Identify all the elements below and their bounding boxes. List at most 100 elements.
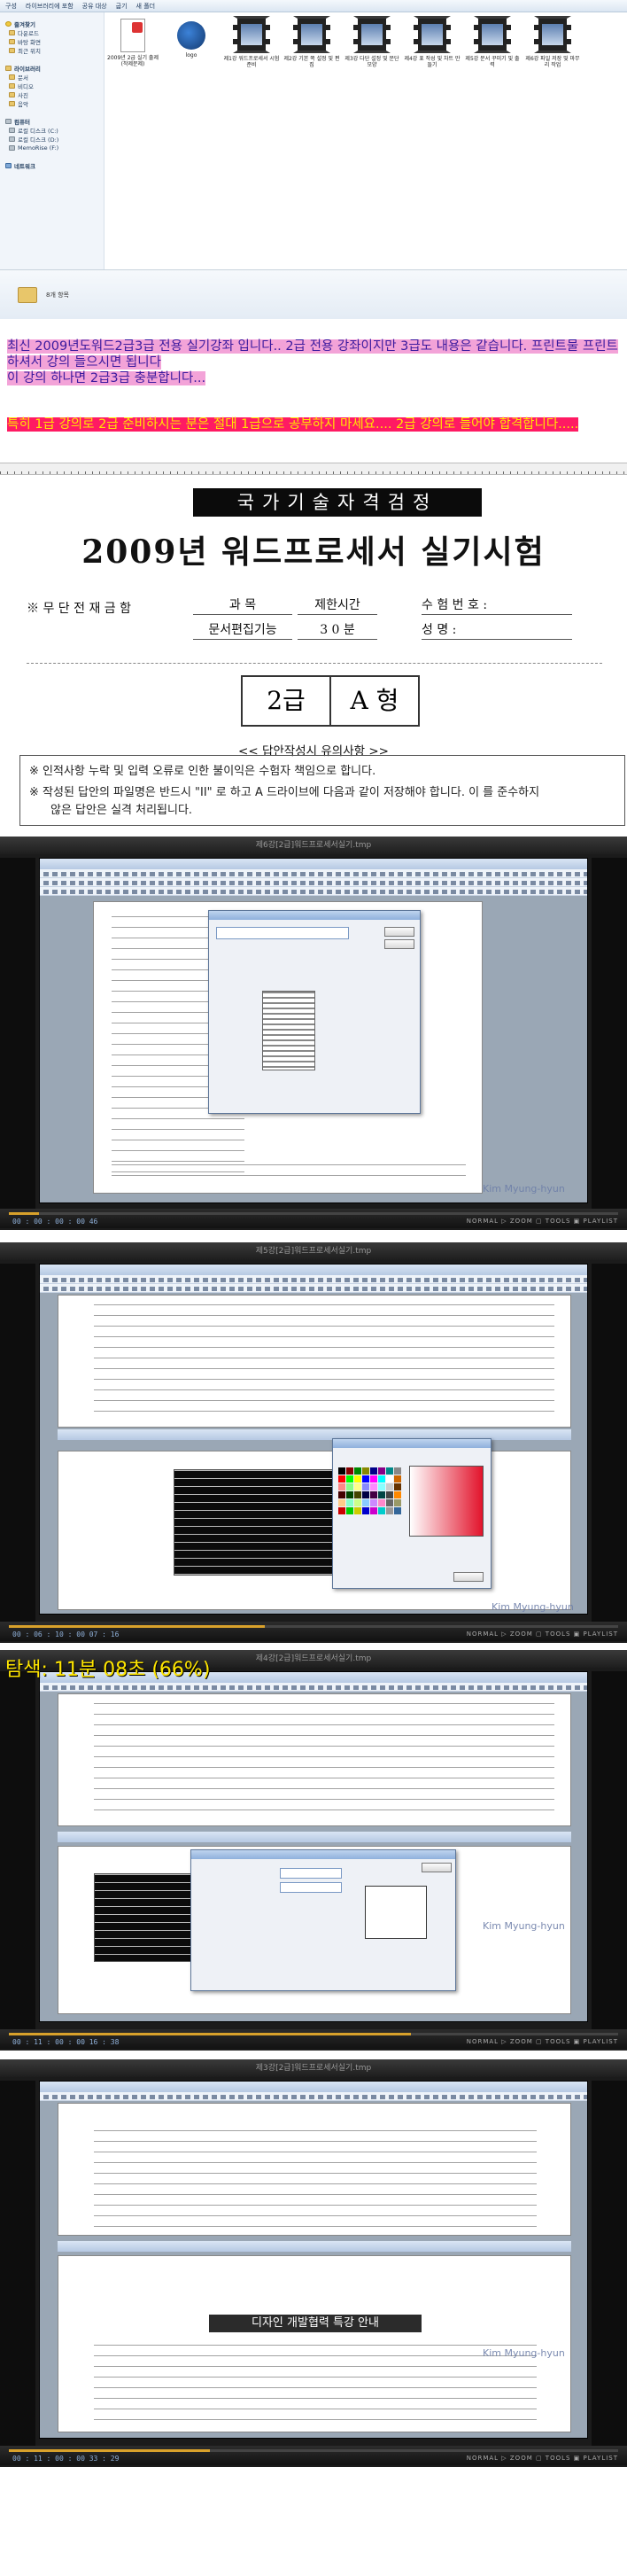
nav-drive-d[interactable]: 로컬 디스크 (D:)	[4, 135, 100, 144]
color-swatch[interactable]	[386, 1491, 393, 1498]
document-page	[58, 1693, 571, 1826]
color-swatch[interactable]	[370, 1467, 377, 1475]
color-swatch[interactable]	[370, 1499, 377, 1506]
color-swatch[interactable]	[378, 1499, 385, 1506]
file-item-video-3[interactable]: 제3강 다단 설정 및 문단 모양	[344, 16, 400, 68]
color-swatch[interactable]	[370, 1483, 377, 1490]
seek-bar[interactable]	[9, 1625, 618, 1628]
color-swatch[interactable]	[378, 1491, 385, 1498]
color-swatch[interactable]	[386, 1483, 393, 1490]
nav-desktop[interactable]: 바탕 화면	[4, 37, 100, 46]
player-mode-buttons[interactable]: NORMAL ▷ ZOOM ▢ TOOLS ▣ PLAYLIST	[467, 2455, 618, 2462]
color-swatch[interactable]	[394, 1475, 401, 1483]
color-swatch[interactable]	[354, 1475, 361, 1483]
nav-recent[interactable]: 최근 위치	[4, 46, 100, 55]
color-swatch[interactable]	[338, 1483, 345, 1490]
color-swatch[interactable]	[354, 1499, 361, 1506]
nav-pictures[interactable]: 사진	[4, 90, 100, 99]
color-swatch[interactable]	[394, 1467, 401, 1475]
video-file-icon	[414, 16, 451, 53]
color-swatch[interactable]	[354, 1467, 361, 1475]
color-swatch[interactable]	[370, 1491, 377, 1498]
color-swatch[interactable]	[386, 1499, 393, 1506]
file-item-video-2[interactable]: 제2강 기본 쪽 설정 및 편집	[283, 16, 340, 68]
toolbar-burn[interactable]: 굽기	[116, 2, 128, 11]
nav-favorites[interactable]: 즐겨찾기	[4, 19, 100, 28]
color-swatch[interactable]	[394, 1507, 401, 1514]
color-swatch[interactable]	[354, 1491, 361, 1498]
color-swatch[interactable]	[394, 1491, 401, 1498]
file-item-doc[interactable]: 2009년 2급 실기 출제 (작제문제)	[104, 16, 161, 67]
color-swatch[interactable]	[378, 1507, 385, 1514]
color-swatch[interactable]	[346, 1483, 353, 1490]
color-swatch[interactable]	[386, 1475, 393, 1483]
file-item-video-1[interactable]: 제1강 워드프로세서 시험 준비	[223, 16, 280, 68]
player-mode-buttons[interactable]: NORMAL ▷ ZOOM ▢ TOOLS ▣ PLAYLIST	[467, 1630, 618, 1638]
toolbar-new-folder[interactable]: 새 폴더	[136, 2, 156, 11]
seek-bar[interactable]	[9, 1212, 618, 1215]
seek-bar[interactable]	[9, 2033, 618, 2035]
color-swatch[interactable]	[338, 1499, 345, 1506]
color-swatch[interactable]	[394, 1483, 401, 1490]
video-frame[interactable]: 디자인 개발협력 특강 안내 Kim Myung-hyun	[39, 2081, 588, 2439]
ok-button[interactable]	[453, 1572, 484, 1582]
color-swatch[interactable]	[378, 1467, 385, 1475]
color-swatch[interactable]	[386, 1467, 393, 1475]
color-swatch[interactable]	[362, 1507, 369, 1514]
cancel-button[interactable]	[384, 939, 414, 949]
nav-videos[interactable]: 비디오	[4, 82, 100, 90]
color-swatch[interactable]	[346, 1475, 353, 1483]
nav-downloads[interactable]: 다운로드	[4, 28, 100, 37]
file-item-video-5[interactable]: 제5강 문서 꾸미기 및 출력	[464, 16, 521, 68]
video-frame[interactable]: Kim Myung-hyun	[39, 858, 588, 1203]
nav-libraries[interactable]: 라이브러리	[4, 64, 100, 73]
nav-drive-c[interactable]: 로컬 디스크 (C:)	[4, 126, 100, 135]
file-item-logo[interactable]: logo	[163, 16, 220, 58]
color-swatch[interactable]	[394, 1499, 401, 1506]
color-swatch[interactable]	[386, 1507, 393, 1514]
color-swatch[interactable]	[370, 1475, 377, 1483]
color-swatch[interactable]	[362, 1467, 369, 1475]
toolbar-organize[interactable]: 구성	[5, 2, 17, 11]
toolbar-include-library[interactable]: 라이브러리에 포함	[26, 2, 74, 11]
seek-bar[interactable]	[9, 2449, 618, 2452]
dialog-dropdown[interactable]	[280, 1882, 342, 1893]
file-item-video-6[interactable]: 제6강 파일 저장 및 마무리 작업	[524, 16, 581, 68]
color-swatch[interactable]	[378, 1475, 385, 1483]
color-swatch[interactable]	[362, 1499, 369, 1506]
nav-documents[interactable]: 문서	[4, 73, 100, 82]
toolbar-share[interactable]: 공유 대상	[82, 2, 107, 11]
color-swatch[interactable]	[354, 1483, 361, 1490]
player-mode-buttons[interactable]: NORMAL ▷ ZOOM ▢ TOOLS ▣ PLAYLIST	[467, 1218, 618, 1225]
player-mode-buttons[interactable]: NORMAL ▷ ZOOM ▢ TOOLS ▣ PLAYLIST	[467, 2038, 618, 2045]
nav-computer[interactable]: 컴퓨터	[4, 117, 100, 126]
ok-button[interactable]	[384, 927, 414, 937]
color-swatch[interactable]	[378, 1483, 385, 1490]
color-swatch[interactable]	[346, 1491, 353, 1498]
seek-bar-fill	[9, 1212, 40, 1215]
color-swatch[interactable]	[346, 1467, 353, 1475]
color-swatch[interactable]	[338, 1507, 345, 1514]
file-item-video-4[interactable]: 제4강 표 작성 및 차트 만들기	[404, 16, 461, 68]
color-swatch[interactable]	[338, 1467, 345, 1475]
video-frame[interactable]: Kim Myung-hyun	[39, 1264, 588, 1615]
col-name: 성 명 :	[422, 620, 572, 640]
color-swatch[interactable]	[338, 1475, 345, 1483]
nav-music[interactable]: 음악	[4, 99, 100, 108]
dialog-dropdown[interactable]	[280, 1868, 342, 1879]
video-frame[interactable]: Kim Myung-hyun	[39, 1671, 588, 2022]
nav-network[interactable]: 네트워크	[4, 161, 100, 170]
nav-drive-f[interactable]: MemoRise (F:)	[4, 144, 100, 152]
color-spectrum[interactable]	[409, 1466, 484, 1537]
color-swatch[interactable]	[338, 1491, 345, 1498]
color-swatch[interactable]	[362, 1475, 369, 1483]
ok-button[interactable]	[422, 1863, 452, 1872]
color-swatch[interactable]	[370, 1507, 377, 1514]
color-swatch[interactable]	[346, 1499, 353, 1506]
color-swatches[interactable]	[338, 1467, 401, 1514]
color-swatch[interactable]	[354, 1507, 361, 1514]
color-swatch[interactable]	[346, 1507, 353, 1514]
dialog-dropdown[interactable]	[216, 927, 349, 939]
color-swatch[interactable]	[362, 1491, 369, 1498]
color-swatch[interactable]	[362, 1483, 369, 1490]
